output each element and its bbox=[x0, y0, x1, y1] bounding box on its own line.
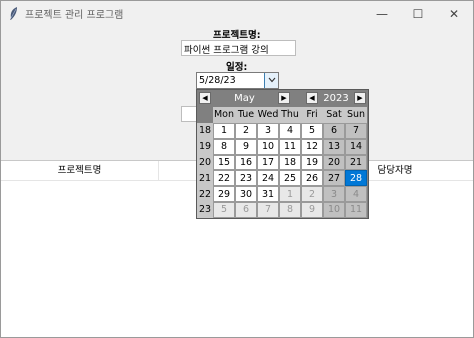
calendar-day[interactable]: 11 bbox=[279, 138, 301, 155]
weekday-header: Sun bbox=[345, 107, 367, 123]
weekday-header: Fri bbox=[301, 107, 323, 123]
close-icon: ✕ bbox=[448, 6, 460, 21]
calendar-day[interactable]: 3 bbox=[257, 122, 279, 139]
close-button[interactable]: ✕ bbox=[436, 1, 472, 26]
year-label: 2023 bbox=[323, 93, 349, 104]
calendar-day[interactable]: 2 bbox=[301, 186, 323, 203]
calendar-day[interactable]: 8 bbox=[279, 202, 301, 218]
week-number: 22 bbox=[197, 186, 213, 203]
calendar-day[interactable]: 18 bbox=[279, 154, 301, 171]
week-number: 18 bbox=[197, 122, 213, 139]
feather-icon bbox=[9, 7, 19, 20]
calendar-day[interactable]: 7 bbox=[345, 122, 367, 139]
calendar-day-selected[interactable]: 28 bbox=[345, 170, 367, 187]
minimize-button[interactable]: — bbox=[364, 1, 400, 26]
maximize-icon: ☐ bbox=[412, 6, 424, 21]
date-entry[interactable]: 5/28/23 bbox=[196, 72, 279, 89]
calendar-popup: ◀ May ▶ ◀ 2023 ▶ Mon Tue Wed Thu Fri Sat Sun 18… bbox=[196, 89, 369, 219]
title-bar: 프로젝트 관리 프로그램 — ☐ ✕ bbox=[1, 1, 473, 26]
calendar-day[interactable]: 6 bbox=[235, 202, 257, 218]
schedule-label: 일정: bbox=[226, 62, 248, 73]
calendar-day[interactable]: 3 bbox=[323, 186, 345, 203]
calendar-day[interactable]: 13 bbox=[323, 138, 345, 155]
date-dropdown-button[interactable] bbox=[264, 73, 278, 88]
calendar-header: ◀ May ▶ ◀ 2023 ▶ bbox=[197, 90, 368, 107]
calendar-day[interactable]: 16 bbox=[235, 154, 257, 171]
calendar-day[interactable]: 30 bbox=[235, 186, 257, 203]
calendar-day[interactable]: 21 bbox=[345, 154, 367, 171]
window-title: 프로젝트 관리 프로그램 bbox=[25, 10, 124, 21]
calendar-day[interactable]: 9 bbox=[235, 138, 257, 155]
calendar-day[interactable]: 29 bbox=[213, 186, 235, 203]
calendar-day[interactable]: 23 bbox=[235, 170, 257, 187]
calendar-day[interactable]: 15 bbox=[213, 154, 235, 171]
week-number: 21 bbox=[197, 170, 213, 187]
calendar-day[interactable]: 2 bbox=[235, 122, 257, 139]
week-number: 19 bbox=[197, 138, 213, 155]
prev-month-button[interactable]: ◀ bbox=[199, 92, 211, 104]
calendar-day[interactable]: 31 bbox=[257, 186, 279, 203]
weekday-header: Sat bbox=[323, 107, 345, 123]
column-header-project[interactable]: 프로젝트명 bbox=[1, 161, 159, 181]
calendar-day[interactable]: 10 bbox=[257, 138, 279, 155]
calendar-day[interactable]: 17 bbox=[257, 154, 279, 171]
week-number: 23 bbox=[197, 202, 213, 218]
calendar-day[interactable]: 5 bbox=[213, 202, 235, 218]
weekday-header: Mon bbox=[213, 107, 235, 123]
month-label: May bbox=[234, 93, 255, 104]
calendar-grid: Mon Tue Wed Thu Fri Sat Sun 18 1 2 3 4 5 6 7 19 8 9 10 11 12… bbox=[197, 107, 368, 218]
minimize-icon: — bbox=[376, 6, 388, 21]
calendar-day[interactable]: 19 bbox=[301, 154, 323, 171]
weekday-header: Tue bbox=[235, 107, 257, 123]
calendar-day[interactable]: 10 bbox=[323, 202, 345, 218]
weekday-header: Wed bbox=[257, 107, 279, 123]
calendar-day[interactable]: 7 bbox=[257, 202, 279, 218]
date-value: 5/28/23 bbox=[199, 75, 236, 86]
calendar-day[interactable]: 1 bbox=[213, 122, 235, 139]
calendar-day[interactable]: 20 bbox=[323, 154, 345, 171]
calendar-day[interactable]: 22 bbox=[213, 170, 235, 187]
calendar-day[interactable]: 14 bbox=[345, 138, 367, 155]
calendar-day[interactable]: 5 bbox=[301, 122, 323, 139]
calendar-day[interactable]: 24 bbox=[257, 170, 279, 187]
calendar-day[interactable]: 12 bbox=[301, 138, 323, 155]
maximize-button[interactable]: ☐ bbox=[400, 1, 436, 26]
week-number: 20 bbox=[197, 154, 213, 171]
calendar-day[interactable]: 4 bbox=[345, 186, 367, 203]
project-name-input[interactable]: 파이썬 프로그램 강의 bbox=[181, 40, 296, 56]
calendar-day[interactable]: 8 bbox=[213, 138, 235, 155]
calendar-day[interactable]: 1 bbox=[279, 186, 301, 203]
calendar-day[interactable]: 4 bbox=[279, 122, 301, 139]
calendar-day[interactable]: 9 bbox=[301, 202, 323, 218]
next-month-button[interactable]: ▶ bbox=[278, 92, 290, 104]
calendar-day[interactable]: 26 bbox=[301, 170, 323, 187]
app-window: 프로젝트 관리 프로그램 — ☐ ✕ 프로젝트명: 파이썬 프로그램 강의 일정… bbox=[0, 0, 474, 338]
calendar-day[interactable]: 27 bbox=[323, 170, 345, 187]
weekday-header: Thu bbox=[279, 107, 301, 123]
prev-year-button[interactable]: ◀ bbox=[306, 92, 318, 104]
calendar-day[interactable]: 11 bbox=[345, 202, 367, 218]
calendar-corner bbox=[197, 107, 213, 123]
calendar-day[interactable]: 25 bbox=[279, 170, 301, 187]
project-name-label: 프로젝트명: bbox=[213, 30, 261, 41]
calendar-day[interactable]: 6 bbox=[323, 122, 345, 139]
next-year-button[interactable]: ▶ bbox=[354, 92, 366, 104]
chevron-down-icon bbox=[268, 75, 276, 86]
